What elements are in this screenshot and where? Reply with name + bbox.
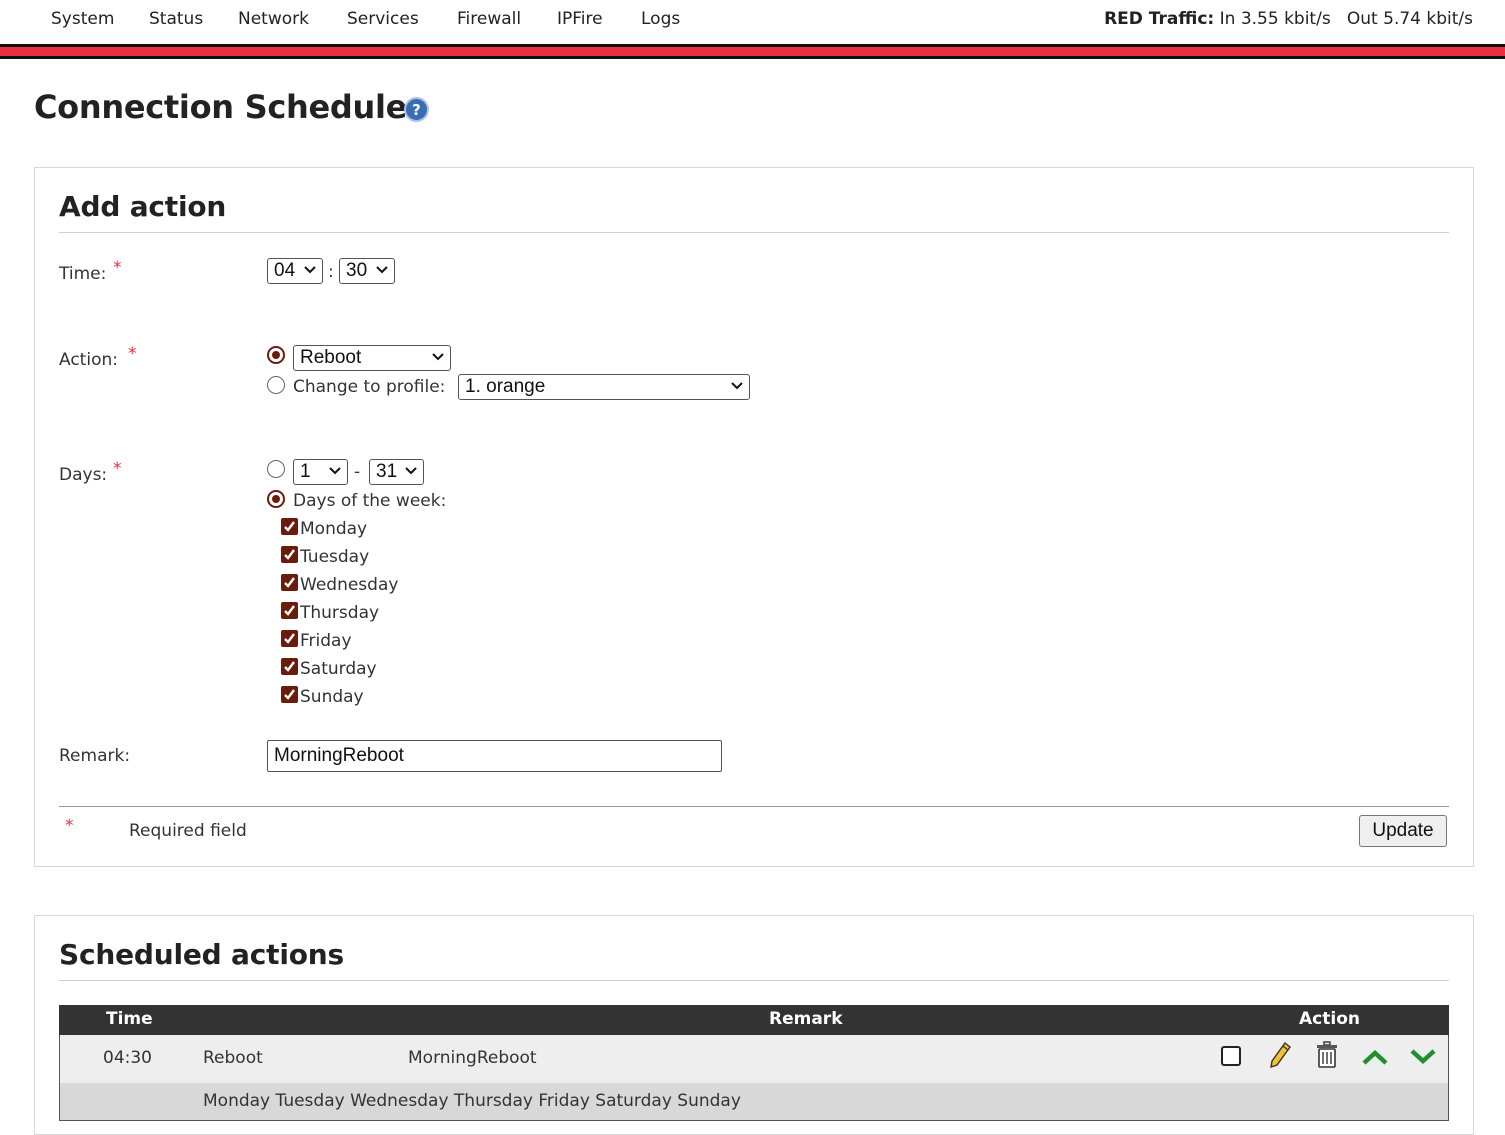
row-action: Reboot bbox=[203, 1048, 263, 1068]
form-separator bbox=[59, 806, 1449, 807]
hour-value: 04 bbox=[274, 260, 296, 281]
tuesday-checkbox[interactable] bbox=[281, 546, 298, 563]
table-row-days: Monday Tuesday Wednesday Thursday Friday… bbox=[59, 1083, 1449, 1121]
sunday-label: Sunday bbox=[300, 687, 364, 707]
row-time: 04:30 bbox=[103, 1048, 152, 1068]
traffic-label: RED Traffic: bbox=[1104, 9, 1215, 29]
table-header: Time Remark Action bbox=[59, 1005, 1449, 1035]
add-action-heading: Add action bbox=[59, 190, 1449, 233]
time-label: Time: bbox=[59, 264, 107, 284]
nav-network[interactable]: Network bbox=[238, 9, 309, 29]
red-traffic-indicator: RED Traffic: In 3.55 kbit/s Out 5.74 kbi… bbox=[1104, 9, 1473, 29]
days-of-week-label: Days of the week: bbox=[293, 491, 447, 511]
nav-firewall[interactable]: Firewall bbox=[457, 9, 521, 29]
day-range-dash: - bbox=[354, 462, 361, 482]
trash-icon[interactable] bbox=[1315, 1041, 1339, 1073]
hour-select[interactable]: 04 bbox=[267, 258, 323, 284]
move-up-icon[interactable] bbox=[1361, 1047, 1389, 1071]
scheduled-actions-heading: Scheduled actions bbox=[59, 938, 1449, 981]
action-reboot-radio[interactable] bbox=[267, 346, 285, 364]
day-from-value: 1 bbox=[300, 461, 311, 482]
saturday-label: Saturday bbox=[300, 659, 377, 679]
friday-label: Friday bbox=[300, 631, 352, 651]
help-icon[interactable]: ? bbox=[404, 97, 429, 122]
action-select-value: Reboot bbox=[300, 347, 362, 368]
top-navigation: System Status Network Services Firewall … bbox=[0, 0, 1505, 44]
remark-label: Remark: bbox=[59, 746, 131, 766]
nav-logs[interactable]: Logs bbox=[641, 9, 680, 29]
edit-pencil-icon[interactable] bbox=[1268, 1041, 1292, 1073]
remark-input[interactable]: MorningReboot bbox=[267, 740, 722, 772]
add-action-panel: Add action Time: * 04 : 30 Action: * Reb… bbox=[34, 167, 1474, 867]
wednesday-label: Wednesday bbox=[300, 575, 399, 595]
traffic-out: Out 5.74 kbit/s bbox=[1346, 9, 1473, 29]
day-from-select[interactable]: 1 bbox=[293, 459, 348, 485]
sunday-checkbox[interactable] bbox=[281, 686, 298, 703]
nav-status[interactable]: Status bbox=[149, 9, 203, 29]
column-action: Action bbox=[1299, 1009, 1360, 1029]
change-profile-label: Change to profile: bbox=[293, 377, 446, 397]
nav-system[interactable]: System bbox=[51, 9, 114, 29]
chevron-down-icon bbox=[304, 266, 316, 274]
required-field-note: Required field bbox=[129, 821, 247, 841]
column-time: Time bbox=[106, 1009, 153, 1029]
days-of-week-radio[interactable] bbox=[267, 490, 285, 508]
checkbox-icon[interactable] bbox=[1220, 1045, 1242, 1071]
change-profile-radio[interactable] bbox=[267, 376, 285, 394]
minute-select[interactable]: 30 bbox=[339, 258, 395, 284]
row-days: Monday Tuesday Wednesday Thursday Friday… bbox=[203, 1091, 741, 1111]
monday-checkbox[interactable] bbox=[281, 518, 298, 535]
action-select[interactable]: Reboot bbox=[293, 345, 451, 371]
chevron-down-icon bbox=[405, 467, 417, 475]
traffic-in: In 3.55 kbit/s bbox=[1219, 9, 1331, 29]
column-remark: Remark bbox=[769, 1009, 843, 1029]
day-to-select[interactable]: 31 bbox=[369, 459, 424, 485]
update-button[interactable]: Update bbox=[1359, 815, 1447, 847]
time-separator: : bbox=[328, 262, 334, 282]
svg-text:?: ? bbox=[412, 101, 421, 119]
required-star: * bbox=[113, 258, 122, 278]
table-row: 04:30 Reboot MorningReboot bbox=[59, 1035, 1449, 1083]
tuesday-label: Tuesday bbox=[300, 547, 370, 567]
chevron-down-icon bbox=[329, 467, 341, 475]
chevron-down-icon bbox=[376, 266, 388, 274]
monday-label: Monday bbox=[300, 519, 368, 539]
header-red-bar bbox=[0, 44, 1505, 59]
wednesday-checkbox[interactable] bbox=[281, 574, 298, 591]
move-down-icon[interactable] bbox=[1409, 1047, 1437, 1071]
thursday-label: Thursday bbox=[300, 603, 380, 623]
thursday-checkbox[interactable] bbox=[281, 602, 298, 619]
day-to-value: 31 bbox=[376, 461, 398, 482]
minute-value: 30 bbox=[346, 260, 368, 281]
day-range-radio[interactable] bbox=[267, 460, 285, 478]
profile-select-value: 1. orange bbox=[465, 376, 546, 397]
required-star: * bbox=[113, 459, 122, 479]
profile-select[interactable]: 1. orange bbox=[458, 374, 750, 400]
page-title: Connection Scheduler bbox=[34, 88, 423, 126]
chevron-down-icon bbox=[432, 353, 444, 361]
days-label: Days: bbox=[59, 465, 108, 485]
required-star: * bbox=[128, 344, 137, 364]
action-label: Action: bbox=[59, 350, 118, 370]
chevron-down-icon bbox=[731, 382, 743, 390]
saturday-checkbox[interactable] bbox=[281, 658, 298, 675]
required-star: * bbox=[65, 816, 74, 836]
nav-services[interactable]: Services bbox=[347, 9, 419, 29]
scheduled-actions-panel: Scheduled actions Time Remark Action 04:… bbox=[34, 915, 1474, 1135]
nav-ipfire[interactable]: IPFire bbox=[557, 9, 603, 29]
friday-checkbox[interactable] bbox=[281, 630, 298, 647]
row-remark: MorningReboot bbox=[408, 1048, 537, 1068]
